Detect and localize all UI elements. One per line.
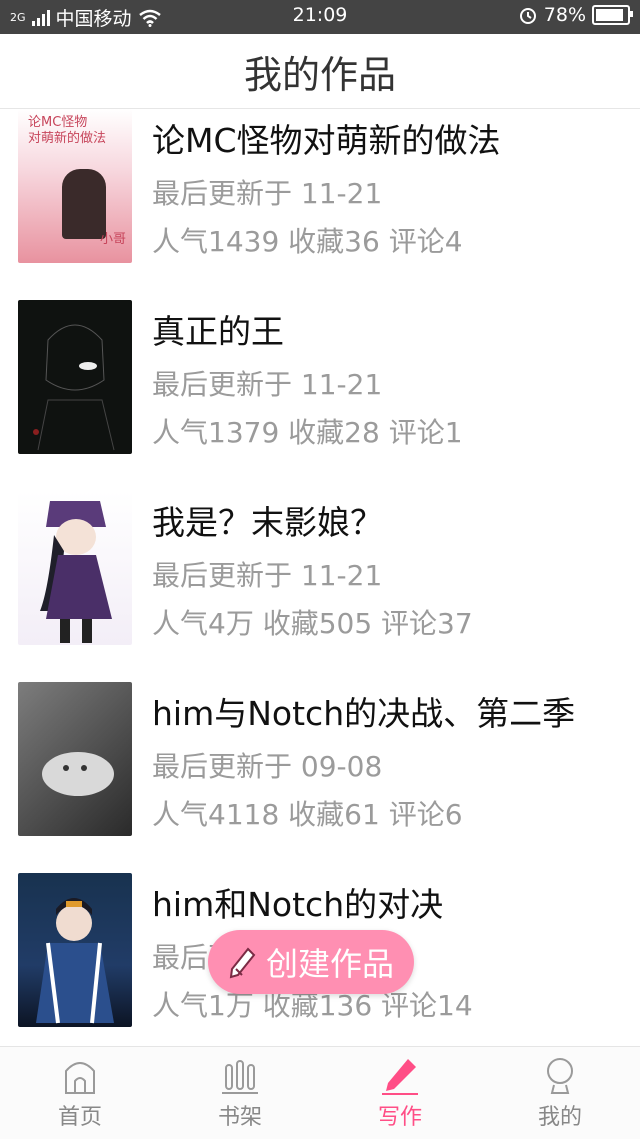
work-cover <box>18 300 132 454</box>
cover-art <box>40 501 112 643</box>
bookshelf-icon <box>222 1060 258 1094</box>
work-title[interactable]: 我是？末影娘？ <box>152 496 383 544</box>
page-title: 我的作品 <box>0 34 640 109</box>
create-work-label: 创建作品 <box>265 945 394 983</box>
work-item[interactable]: 我是？末影娘？ 最后更新于 11-21 人气4万 收藏505 评论37 <box>0 472 640 664</box>
status-bar: 2G 中国移动 21:09 78% <box>0 0 640 34</box>
pencil-icon <box>382 1059 418 1095</box>
works-list[interactable]: 论MC怪物 对萌新的做法 小哥 论MC怪物对萌新的做法 最后更新于 11-21 … <box>0 109 640 1045</box>
work-stats: 人气4万 收藏505 评论37 <box>152 607 473 640</box>
tab-write-label: 写作 <box>377 1105 422 1130</box>
tab-mine[interactable]: 我的 <box>480 1047 640 1139</box>
profile-icon <box>547 1058 573 1094</box>
tab-home[interactable]: 首页 <box>0 1047 160 1139</box>
cover-art <box>36 898 114 1024</box>
work-cover <box>18 873 132 1027</box>
work-title[interactable]: him和Notch的对决 <box>152 878 443 926</box>
work-cover: 论MC怪物 对萌新的做法 小哥 <box>18 109 132 263</box>
battery-icon <box>592 5 633 25</box>
tab-mine-label: 我的 <box>537 1105 582 1130</box>
cover-caption-2: 对萌新的做法 <box>28 131 107 146</box>
tab-bookshelf[interactable]: 书架 <box>160 1047 320 1139</box>
work-stats: 人气1379 收藏28 评论1 <box>152 416 463 449</box>
tab-write[interactable]: 写作 <box>320 1047 480 1139</box>
work-title[interactable]: him与Notch的决战、第二季 <box>152 687 575 735</box>
work-updated: 最后更新于 11-21 <box>152 559 383 592</box>
work-title[interactable]: 真正的王 <box>152 305 284 353</box>
pencil-icon <box>229 947 256 979</box>
work-updated: 最后更新于 11-21 <box>152 368 383 401</box>
tab-bookshelf-label: 书架 <box>217 1105 262 1130</box>
work-cover <box>18 491 132 645</box>
work-item[interactable]: 真正的王 最后更新于 11-21 人气1379 收藏28 评论1 <box>0 281 640 473</box>
work-updated: 最后更新于 09-08 <box>152 750 383 783</box>
create-work-button[interactable]: 创建作品 <box>208 930 414 994</box>
work-item[interactable]: him与Notch的决战、第二季 最后更新于 09-08 人气4118 收藏61… <box>0 663 640 855</box>
work-title[interactable]: 论MC怪物对萌新的做法 <box>152 114 501 162</box>
work-item[interactable]: 论MC怪物 对萌新的做法 小哥 论MC怪物对萌新的做法 最后更新于 11-21 … <box>0 109 640 282</box>
cover-art <box>33 324 115 451</box>
work-cover <box>18 682 132 836</box>
cover-art <box>42 752 114 796</box>
work-updated: 最后更新于 11-21 <box>152 177 383 210</box>
home-icon <box>65 1062 95 1094</box>
work-stats: 人气4118 收藏61 评论6 <box>152 798 463 831</box>
alarm-icon <box>519 8 536 24</box>
work-stats: 人气1439 收藏36 评论4 <box>152 225 463 258</box>
status-right: 78% <box>518 4 633 26</box>
battery-percent: 78% <box>543 4 586 26</box>
tab-home-label: 首页 <box>57 1105 102 1130</box>
cover-caption-3: 小哥 <box>99 232 126 247</box>
bottom-nav: 首页 书架 写作 我的 <box>0 1046 640 1139</box>
